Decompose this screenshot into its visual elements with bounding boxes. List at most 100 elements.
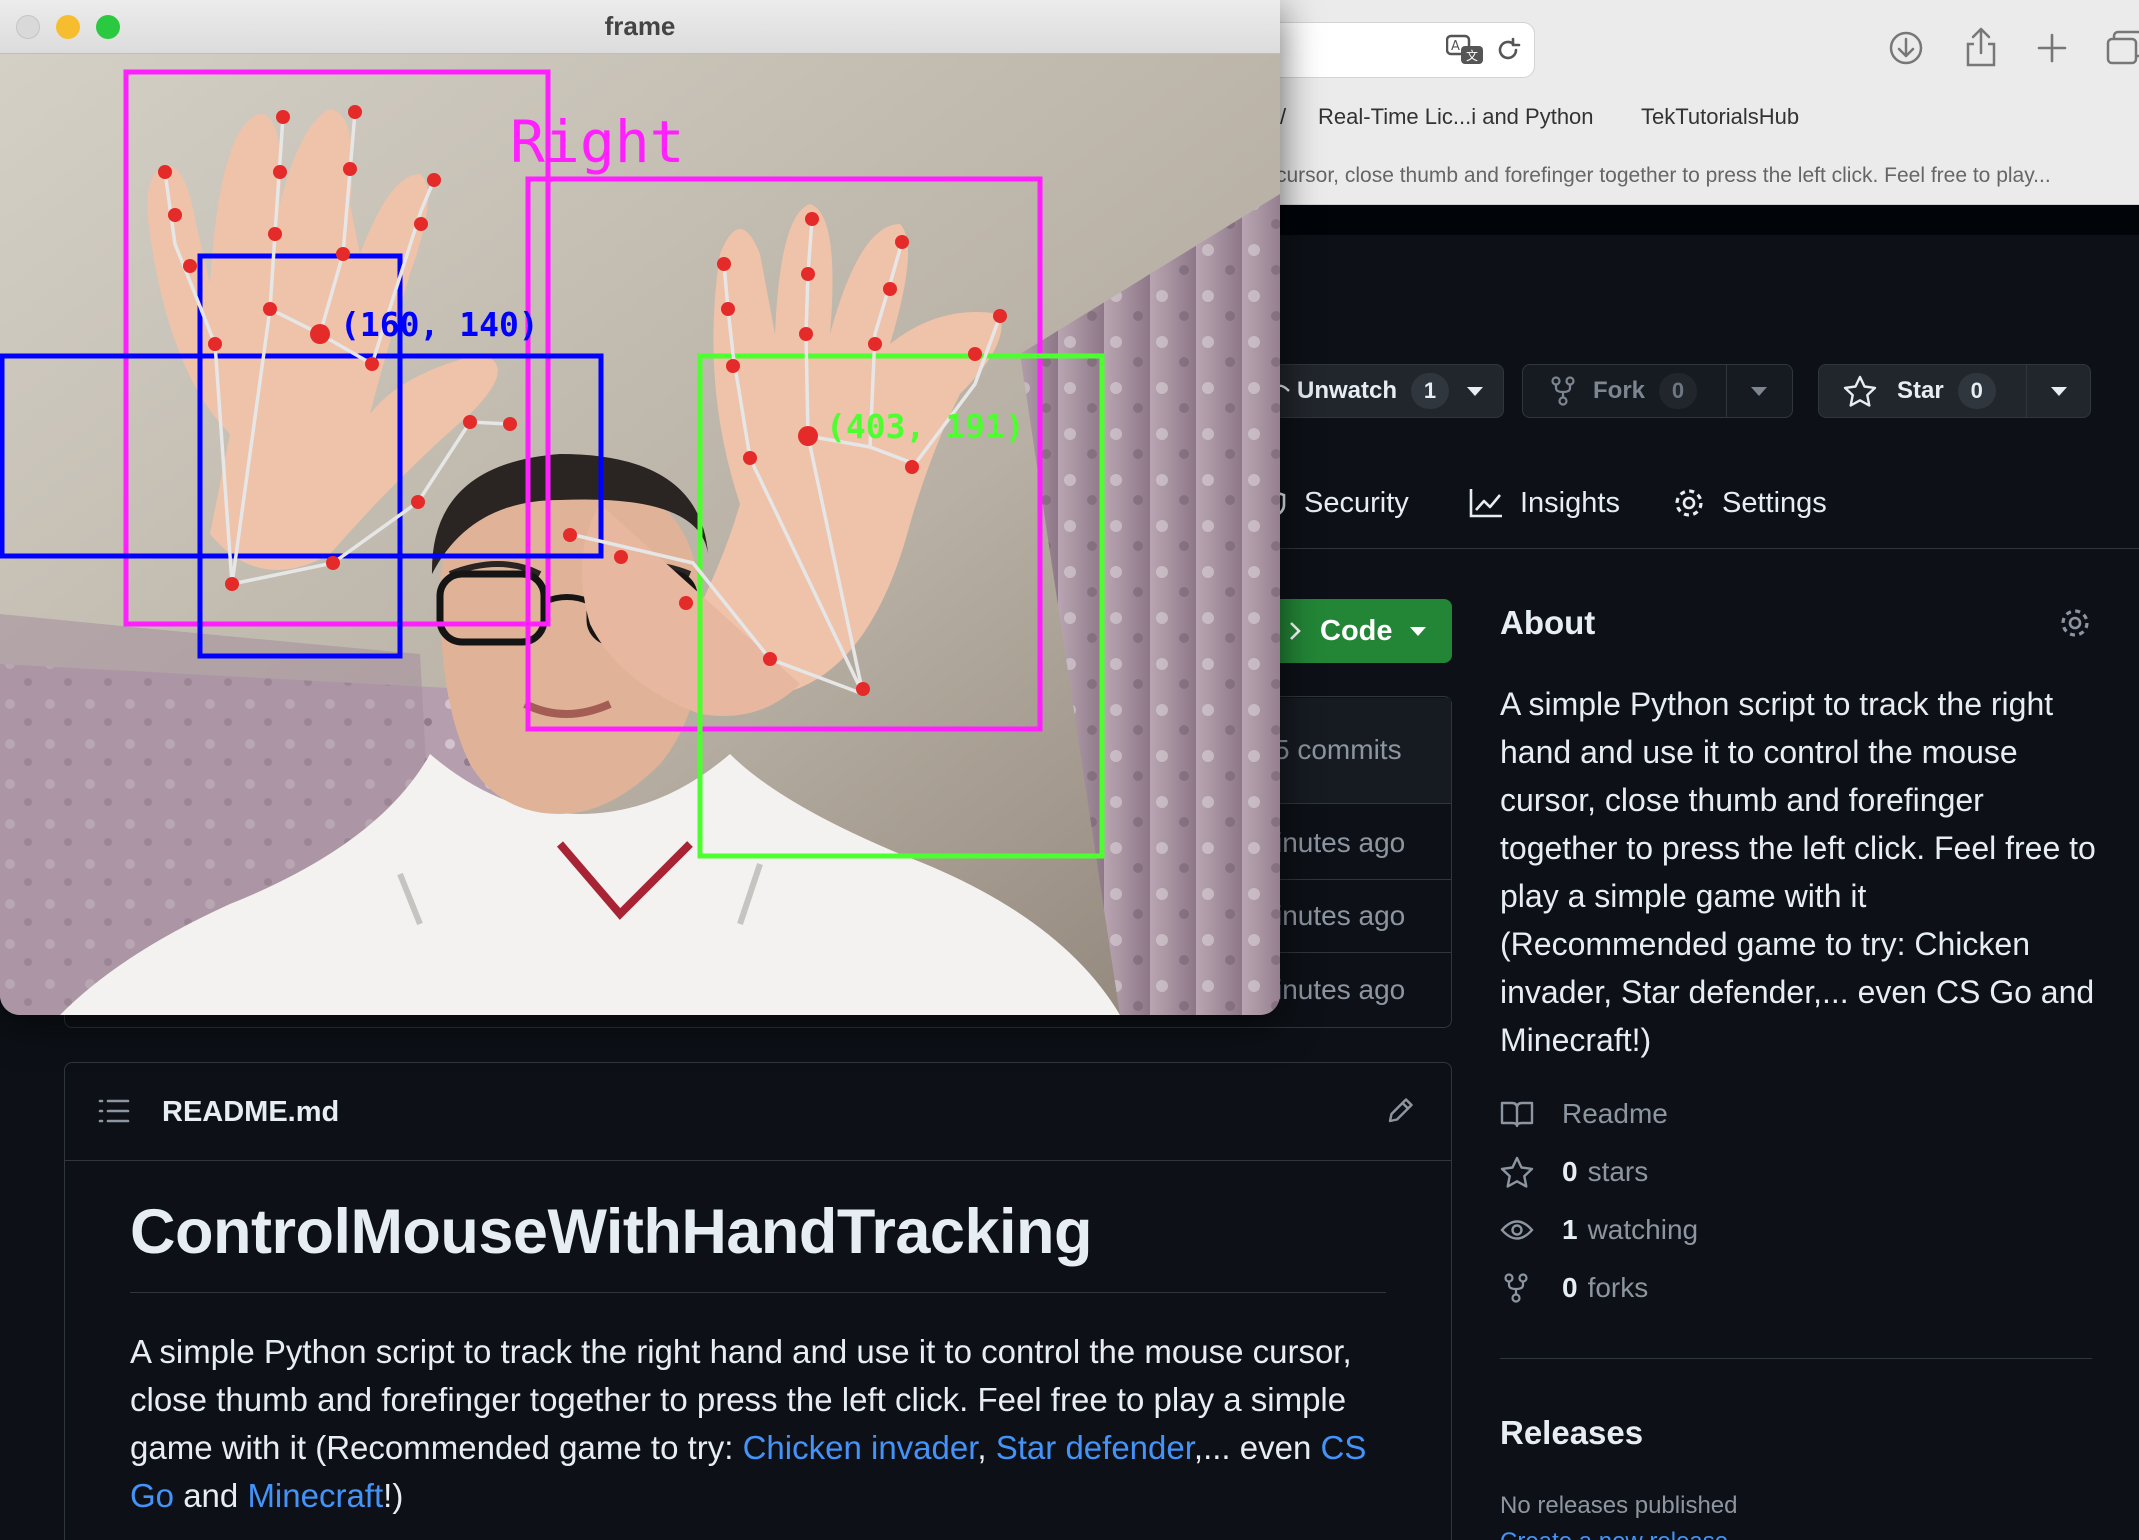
readme-link[interactable]: Readme xyxy=(1500,1098,1668,1130)
gear-icon xyxy=(1675,489,1703,517)
readme-description: A simple Python script to track the righ… xyxy=(130,1328,1400,1520)
hand-side-label: Right xyxy=(510,108,685,176)
list-icon[interactable] xyxy=(98,1097,130,1125)
landmark xyxy=(799,327,813,341)
landmark-cursor xyxy=(310,324,330,344)
gear-icon[interactable] xyxy=(2058,606,2092,640)
landmark xyxy=(503,417,517,431)
commit-time: inutes ago xyxy=(1276,974,1406,1005)
page-description-strip: cursor, close thumb and forefinger toget… xyxy=(1276,164,2051,187)
chevron-right-icon xyxy=(1290,622,1301,640)
landmark xyxy=(883,282,897,296)
link-chicken-invader[interactable]: Chicken invader xyxy=(743,1429,978,1466)
download-icon[interactable] xyxy=(1888,30,1924,66)
tabs-divider xyxy=(1270,548,2139,549)
cursor-coordinate-blue: (160, 140) xyxy=(340,305,539,344)
landmark-cursor xyxy=(798,426,818,446)
landmark xyxy=(726,359,740,373)
chevron-down-icon[interactable] xyxy=(2051,387,2067,396)
fork-count: 0 xyxy=(1659,373,1698,409)
watching-link[interactable]: 1 watching xyxy=(1500,1214,1698,1246)
frame-title: frame xyxy=(604,11,676,41)
landmark xyxy=(276,110,290,124)
landmark xyxy=(326,556,340,570)
forks-label: forks xyxy=(1587,1272,1649,1303)
bookmark-item[interactable]: TekTutorialsHub xyxy=(1641,104,1799,130)
readme-label: Readme xyxy=(1562,1098,1668,1129)
stars-label: stars xyxy=(1587,1156,1649,1187)
watching-count: 1 xyxy=(1562,1214,1578,1245)
pencil-icon[interactable] xyxy=(1386,1095,1416,1125)
landmark xyxy=(273,165,287,179)
landmark xyxy=(268,227,282,241)
landmark xyxy=(343,162,357,176)
address-bar[interactable] xyxy=(1250,22,1535,78)
star-button[interactable]: Star 0 xyxy=(1818,364,2091,418)
tab-settings[interactable]: Settings xyxy=(1672,478,1827,528)
svg-text:A: A xyxy=(1451,39,1460,54)
landmark xyxy=(414,217,428,231)
releases-heading[interactable]: Releases xyxy=(1500,1414,1643,1452)
book-icon xyxy=(1500,1101,1534,1128)
tab-insights[interactable]: Insights xyxy=(1468,478,1620,528)
bookmark-divider: / xyxy=(1280,104,1287,129)
tab-label: Settings xyxy=(1722,486,1827,519)
landmark xyxy=(411,495,425,509)
hand-bbox xyxy=(123,69,551,627)
hand-bbox xyxy=(525,176,1043,732)
landmark xyxy=(868,337,882,351)
stars-link[interactable]: 0 stars xyxy=(1500,1156,1648,1188)
new-tab-icon[interactable] xyxy=(2037,33,2067,63)
fork-button[interactable]: Fork 0 xyxy=(1522,364,1793,418)
readme-header-divider xyxy=(64,1160,1452,1161)
landmark xyxy=(968,347,982,361)
landmark xyxy=(463,415,477,429)
landmark xyxy=(721,302,735,316)
code-label: Code xyxy=(1320,614,1393,647)
frame-window[interactable]: frame Right (160, 140) (403, 191) xyxy=(0,0,1280,1015)
reload-icon[interactable] xyxy=(1494,36,1522,64)
no-releases-text: No releases published xyxy=(1500,1492,1738,1519)
frame-titlebar[interactable]: frame xyxy=(0,0,1280,54)
landmark xyxy=(856,682,870,696)
landmark xyxy=(679,596,693,610)
eye-icon xyxy=(1500,1220,1534,1240)
chevron-down-icon[interactable] xyxy=(1751,387,1767,396)
readme-filename: README.md xyxy=(162,1096,340,1128)
translate-icon[interactable]: A文 xyxy=(1446,34,1484,66)
landmark xyxy=(168,208,182,222)
landmark xyxy=(717,257,731,271)
forks-count: 0 xyxy=(1562,1272,1578,1303)
unwatch-button[interactable]: Unwatch 1 xyxy=(1260,364,1504,418)
landmark xyxy=(614,550,628,564)
landmark xyxy=(348,105,362,119)
tab-label: Security xyxy=(1304,486,1409,519)
landmark xyxy=(895,235,909,249)
landmark xyxy=(763,652,777,666)
forks-link[interactable]: 0 forks xyxy=(1500,1272,1648,1304)
bookmark-item[interactable]: Real-Time Lic...i and Python xyxy=(1318,104,1594,130)
create-release-link[interactable]: Create a new release xyxy=(1500,1528,1728,1540)
readme-text: ,... even xyxy=(1193,1429,1321,1466)
landmark xyxy=(225,577,239,591)
tab-overview-icon[interactable] xyxy=(2106,30,2139,66)
commit-time: inutes ago xyxy=(1276,900,1406,931)
landmark xyxy=(183,259,197,273)
about-description: A simple Python script to track the righ… xyxy=(1500,686,2096,1058)
landmark xyxy=(427,173,441,187)
tab-security[interactable]: Security xyxy=(1268,478,1409,528)
share-icon[interactable] xyxy=(1964,26,1998,68)
link-star-defender[interactable]: Star defender xyxy=(996,1429,1194,1466)
fork-icon xyxy=(1551,376,1575,406)
link-minecraft[interactable]: Minecraft xyxy=(247,1477,383,1514)
fork-label: Fork xyxy=(1593,377,1646,404)
svg-text:文: 文 xyxy=(1466,48,1478,63)
chevron-down-icon[interactable] xyxy=(1467,387,1483,396)
control-area-box xyxy=(0,353,604,559)
landmark xyxy=(563,528,577,542)
unwatch-label: Unwatch xyxy=(1297,377,1398,404)
commits-count[interactable]: 5 commits xyxy=(1274,734,1402,766)
star-icon xyxy=(1843,375,1877,407)
readme-title-divider xyxy=(130,1292,1386,1293)
star-count: 0 xyxy=(1957,373,1996,409)
